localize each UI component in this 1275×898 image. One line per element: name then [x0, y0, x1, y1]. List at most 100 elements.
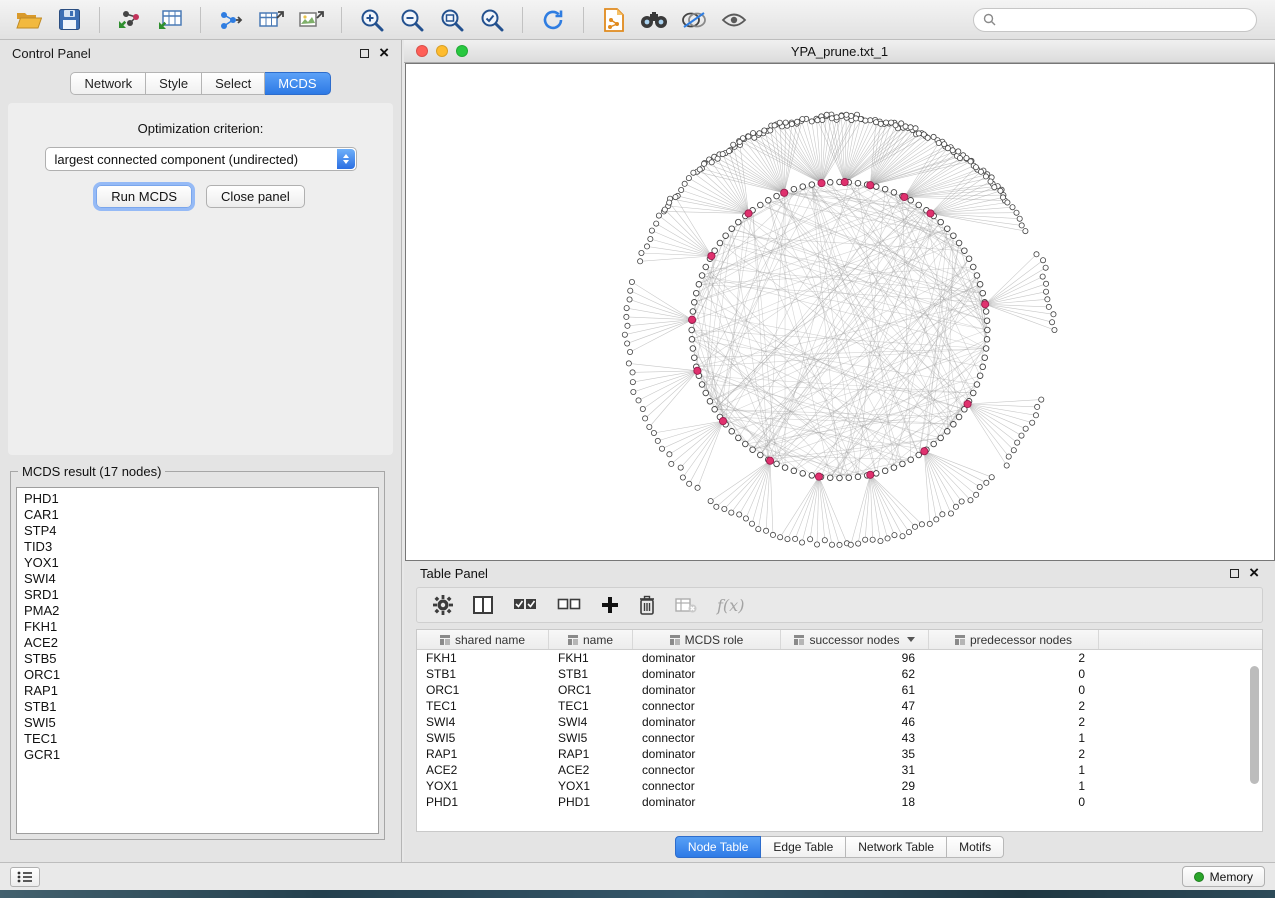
mcds-result-item[interactable]: SWI5 — [24, 715, 371, 731]
network-graph[interactable] — [406, 64, 1274, 560]
import-table-icon — [157, 9, 183, 31]
mcds-result-item[interactable]: ACE2 — [24, 635, 371, 651]
table-cell: dominator — [633, 795, 781, 809]
delete-row-button[interactable] — [639, 595, 655, 615]
export-image-button[interactable] — [292, 5, 330, 35]
table-cell: dominator — [633, 651, 781, 665]
column-header-MCDS-role[interactable]: MCDS role — [633, 630, 781, 649]
mcds-result-list[interactable]: PHD1CAR1STP4TID3YOX1SWI4SRD1PMA2FKH1ACE2… — [16, 487, 379, 834]
network-window-titlebar[interactable]: YPA_prune.txt_1 — [404, 40, 1275, 63]
mcds-result-item[interactable]: STB5 — [24, 651, 371, 667]
select-all-button[interactable] — [513, 598, 537, 612]
table-row[interactable]: ACE2ACE2connector311 — [417, 762, 1262, 778]
criterion-dropdown[interactable]: largest connected component (undirected) — [45, 147, 357, 171]
mcds-result-item[interactable]: ORC1 — [24, 667, 371, 683]
table-row[interactable]: YOX1YOX1connector291 — [417, 778, 1262, 794]
tab-network-table[interactable]: Network Table — [846, 836, 947, 858]
table-row[interactable]: RAP1RAP1dominator352 — [417, 746, 1262, 762]
mcds-result-item[interactable]: CAR1 — [24, 507, 371, 523]
mcds-result-item[interactable]: FKH1 — [24, 619, 371, 635]
float-window-icon[interactable] — [360, 49, 369, 58]
tab-style[interactable]: Style — [146, 72, 202, 95]
table-cell: STB1 — [549, 667, 633, 681]
column-header-name[interactable]: name — [549, 630, 633, 649]
column-header-shared-name[interactable]: shared name — [417, 630, 549, 649]
criterion-dropdown-value: largest connected component (undirected) — [55, 152, 299, 167]
zoom-in-button[interactable] — [353, 5, 391, 35]
mcds-result-item[interactable]: GCR1 — [24, 747, 371, 763]
column-header-successor-nodes[interactable]: successor nodes — [781, 630, 929, 649]
settings-gear-icon — [433, 595, 453, 615]
tab-mcds[interactable]: MCDS — [265, 72, 330, 95]
mcds-result-item[interactable]: TEC1 — [24, 731, 371, 747]
delete-table-button[interactable] — [675, 597, 697, 613]
tab-motifs[interactable]: Motifs — [947, 836, 1004, 858]
close-panel-icon[interactable]: × — [379, 47, 389, 59]
float-table-panel-icon[interactable] — [1230, 569, 1239, 578]
toolbar-separator — [341, 7, 342, 33]
table-row[interactable]: SWI4SWI4dominator462 — [417, 714, 1262, 730]
zoom-selected-button[interactable] — [473, 5, 511, 35]
table-row[interactable]: STB1STB1dominator620 — [417, 666, 1262, 682]
import-table-button[interactable] — [151, 5, 189, 35]
mcds-result-item[interactable]: TID3 — [24, 539, 371, 555]
mcds-result-item[interactable]: YOX1 — [24, 555, 371, 571]
scrollbar-thumb[interactable] — [1250, 666, 1259, 784]
search-field[interactable] — [973, 8, 1257, 32]
table-row[interactable]: PHD1PHD1dominator180 — [417, 794, 1262, 810]
run-mcds-button[interactable]: Run MCDS — [96, 185, 192, 208]
window-minimize-icon[interactable] — [436, 45, 448, 57]
add-row-button[interactable] — [601, 596, 619, 614]
search-network-icon — [640, 11, 668, 29]
window-close-icon[interactable] — [416, 45, 428, 57]
table-row[interactable]: FKH1FKH1dominator962 — [417, 650, 1262, 666]
table-row[interactable]: SWI5SWI5connector431 — [417, 730, 1262, 746]
tab-network[interactable]: Network — [70, 72, 146, 95]
tab-select[interactable]: Select — [202, 72, 265, 95]
show-hide-button[interactable] — [715, 5, 753, 35]
table-cell: connector — [633, 731, 781, 745]
memory-status-icon — [1194, 872, 1204, 882]
table-row[interactable]: TEC1TEC1connector472 — [417, 698, 1262, 714]
tab-edge-table[interactable]: Edge Table — [761, 836, 846, 858]
open-file-button[interactable] — [10, 5, 48, 35]
table-cell: 43 — [781, 731, 929, 745]
window-maximize-icon[interactable] — [456, 45, 468, 57]
function-builder-button[interactable]: f(x) — [717, 596, 744, 615]
zoom-out-button[interactable] — [393, 5, 431, 35]
mcds-result-item[interactable]: STB1 — [24, 699, 371, 715]
export-table-button[interactable] — [252, 5, 290, 35]
settings-gear-button[interactable] — [433, 595, 453, 615]
zoom-fit-button[interactable] — [433, 5, 471, 35]
save-session-button[interactable] — [50, 5, 88, 35]
network-canvas[interactable] — [405, 63, 1275, 561]
mcds-result-item[interactable]: STP4 — [24, 523, 371, 539]
mcds-result-item[interactable]: SRD1 — [24, 587, 371, 603]
refresh-view-button[interactable] — [534, 5, 572, 35]
filter-network-button[interactable] — [675, 5, 713, 35]
close-table-panel-icon[interactable]: × — [1249, 567, 1259, 579]
control-panel-title: Control Panel — [12, 46, 91, 61]
table-scrollbar[interactable] — [1249, 652, 1260, 829]
save-session-icon — [59, 9, 80, 30]
export-network-button[interactable] — [212, 5, 250, 35]
network-document-button[interactable] — [595, 5, 633, 35]
mcds-result-item[interactable]: RAP1 — [24, 683, 371, 699]
mcds-result-item[interactable]: SWI4 — [24, 571, 371, 587]
column-header-predecessor-nodes[interactable]: predecessor nodes — [929, 630, 1099, 649]
mcds-result-item[interactable]: PHD1 — [24, 491, 371, 507]
table-row[interactable]: ORC1ORC1dominator610 — [417, 682, 1262, 698]
table-cell: 2 — [929, 715, 1099, 729]
panel-selector-button[interactable] — [10, 867, 40, 887]
search-input[interactable] — [1001, 13, 1247, 27]
memory-button[interactable]: Memory — [1182, 866, 1265, 887]
clear-selection-button[interactable] — [557, 598, 581, 612]
tab-node-table[interactable]: Node Table — [675, 836, 762, 858]
table-body: FKH1FKH1dominator962STB1STB1dominator620… — [417, 650, 1262, 810]
search-network-button[interactable] — [635, 5, 673, 35]
show-column-button[interactable] — [473, 596, 493, 614]
close-panel-button[interactable]: Close panel — [206, 185, 305, 208]
table-cell: connector — [633, 779, 781, 793]
import-network-button[interactable] — [111, 5, 149, 35]
mcds-result-item[interactable]: PMA2 — [24, 603, 371, 619]
